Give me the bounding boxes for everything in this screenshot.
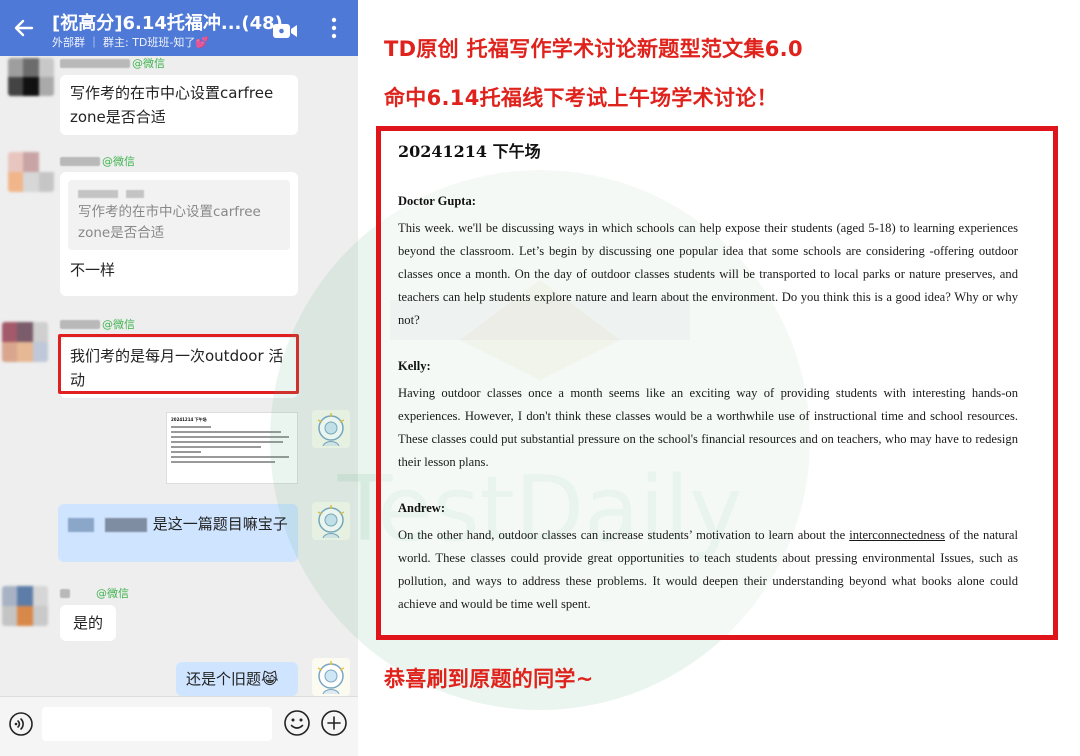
paragraph-kelly: Having outdoor classes once a month seem… (398, 386, 1018, 469)
message-text: 不一样 (70, 261, 116, 279)
paragraph-andrew-part-1: On the other hand, outdoor classes can i… (398, 528, 850, 542)
avatar[interactable] (2, 586, 48, 626)
speaker-andrew: Andrew: (398, 501, 445, 515)
sender-source: @微信 (96, 587, 129, 600)
speaker-gupta: Doctor Gupta: (398, 194, 476, 208)
chat-header: [祝高分]6.14托福冲...(48) 外部群 ｜ 群主: TD班班-知了💕 (0, 0, 358, 56)
message-bubble[interactable]: 是的 (60, 605, 116, 641)
promo-headline-1: TD原创 托福写作学术讨论新题型范文集6.0 (384, 37, 803, 61)
sender-source: @微信 (102, 318, 135, 331)
arrow-left-icon[interactable] (10, 14, 38, 42)
sender-name: @微信 (60, 154, 135, 168)
promo-footer: 恭喜刷到原题的同学~ (384, 667, 594, 691)
sender-source: @微信 (102, 155, 135, 168)
avatar[interactable] (2, 322, 48, 362)
message-input[interactable] (42, 707, 272, 741)
voice-input-icon[interactable] (8, 711, 34, 737)
sender-name: @微信 (60, 317, 135, 331)
more-vertical-icon[interactable] (326, 14, 342, 42)
chat-subtitle: 外部群 ｜ 群主: TD班班-知了💕 (52, 36, 210, 49)
promo-headline-2: 命中6.14托福线下考试上午场学术讨论！ (384, 86, 778, 110)
avatar[interactable] (8, 58, 54, 96)
sender-name: @微信 (60, 56, 165, 70)
document-heading: 20241214 下午场 (398, 142, 541, 161)
video-call-icon[interactable] (272, 22, 298, 40)
paragraph-andrew: On the other hand, outdoor classes can i… (398, 524, 1018, 616)
paragraph-gupta: This week. we'll be discussing ways in w… (398, 221, 1018, 327)
sender-source: @微信 (132, 57, 165, 70)
sender-name: @微信 (60, 586, 129, 600)
avatar[interactable] (8, 152, 54, 192)
speaker-kelly: Kelly: (398, 359, 431, 373)
message-bubble[interactable]: 写作考的在市中心设置carfree zone是否合适 (60, 75, 298, 135)
chat-title[interactable]: [祝高分]6.14托福冲...(48) (52, 9, 283, 35)
underlined-word: interconnectedness (849, 528, 946, 542)
